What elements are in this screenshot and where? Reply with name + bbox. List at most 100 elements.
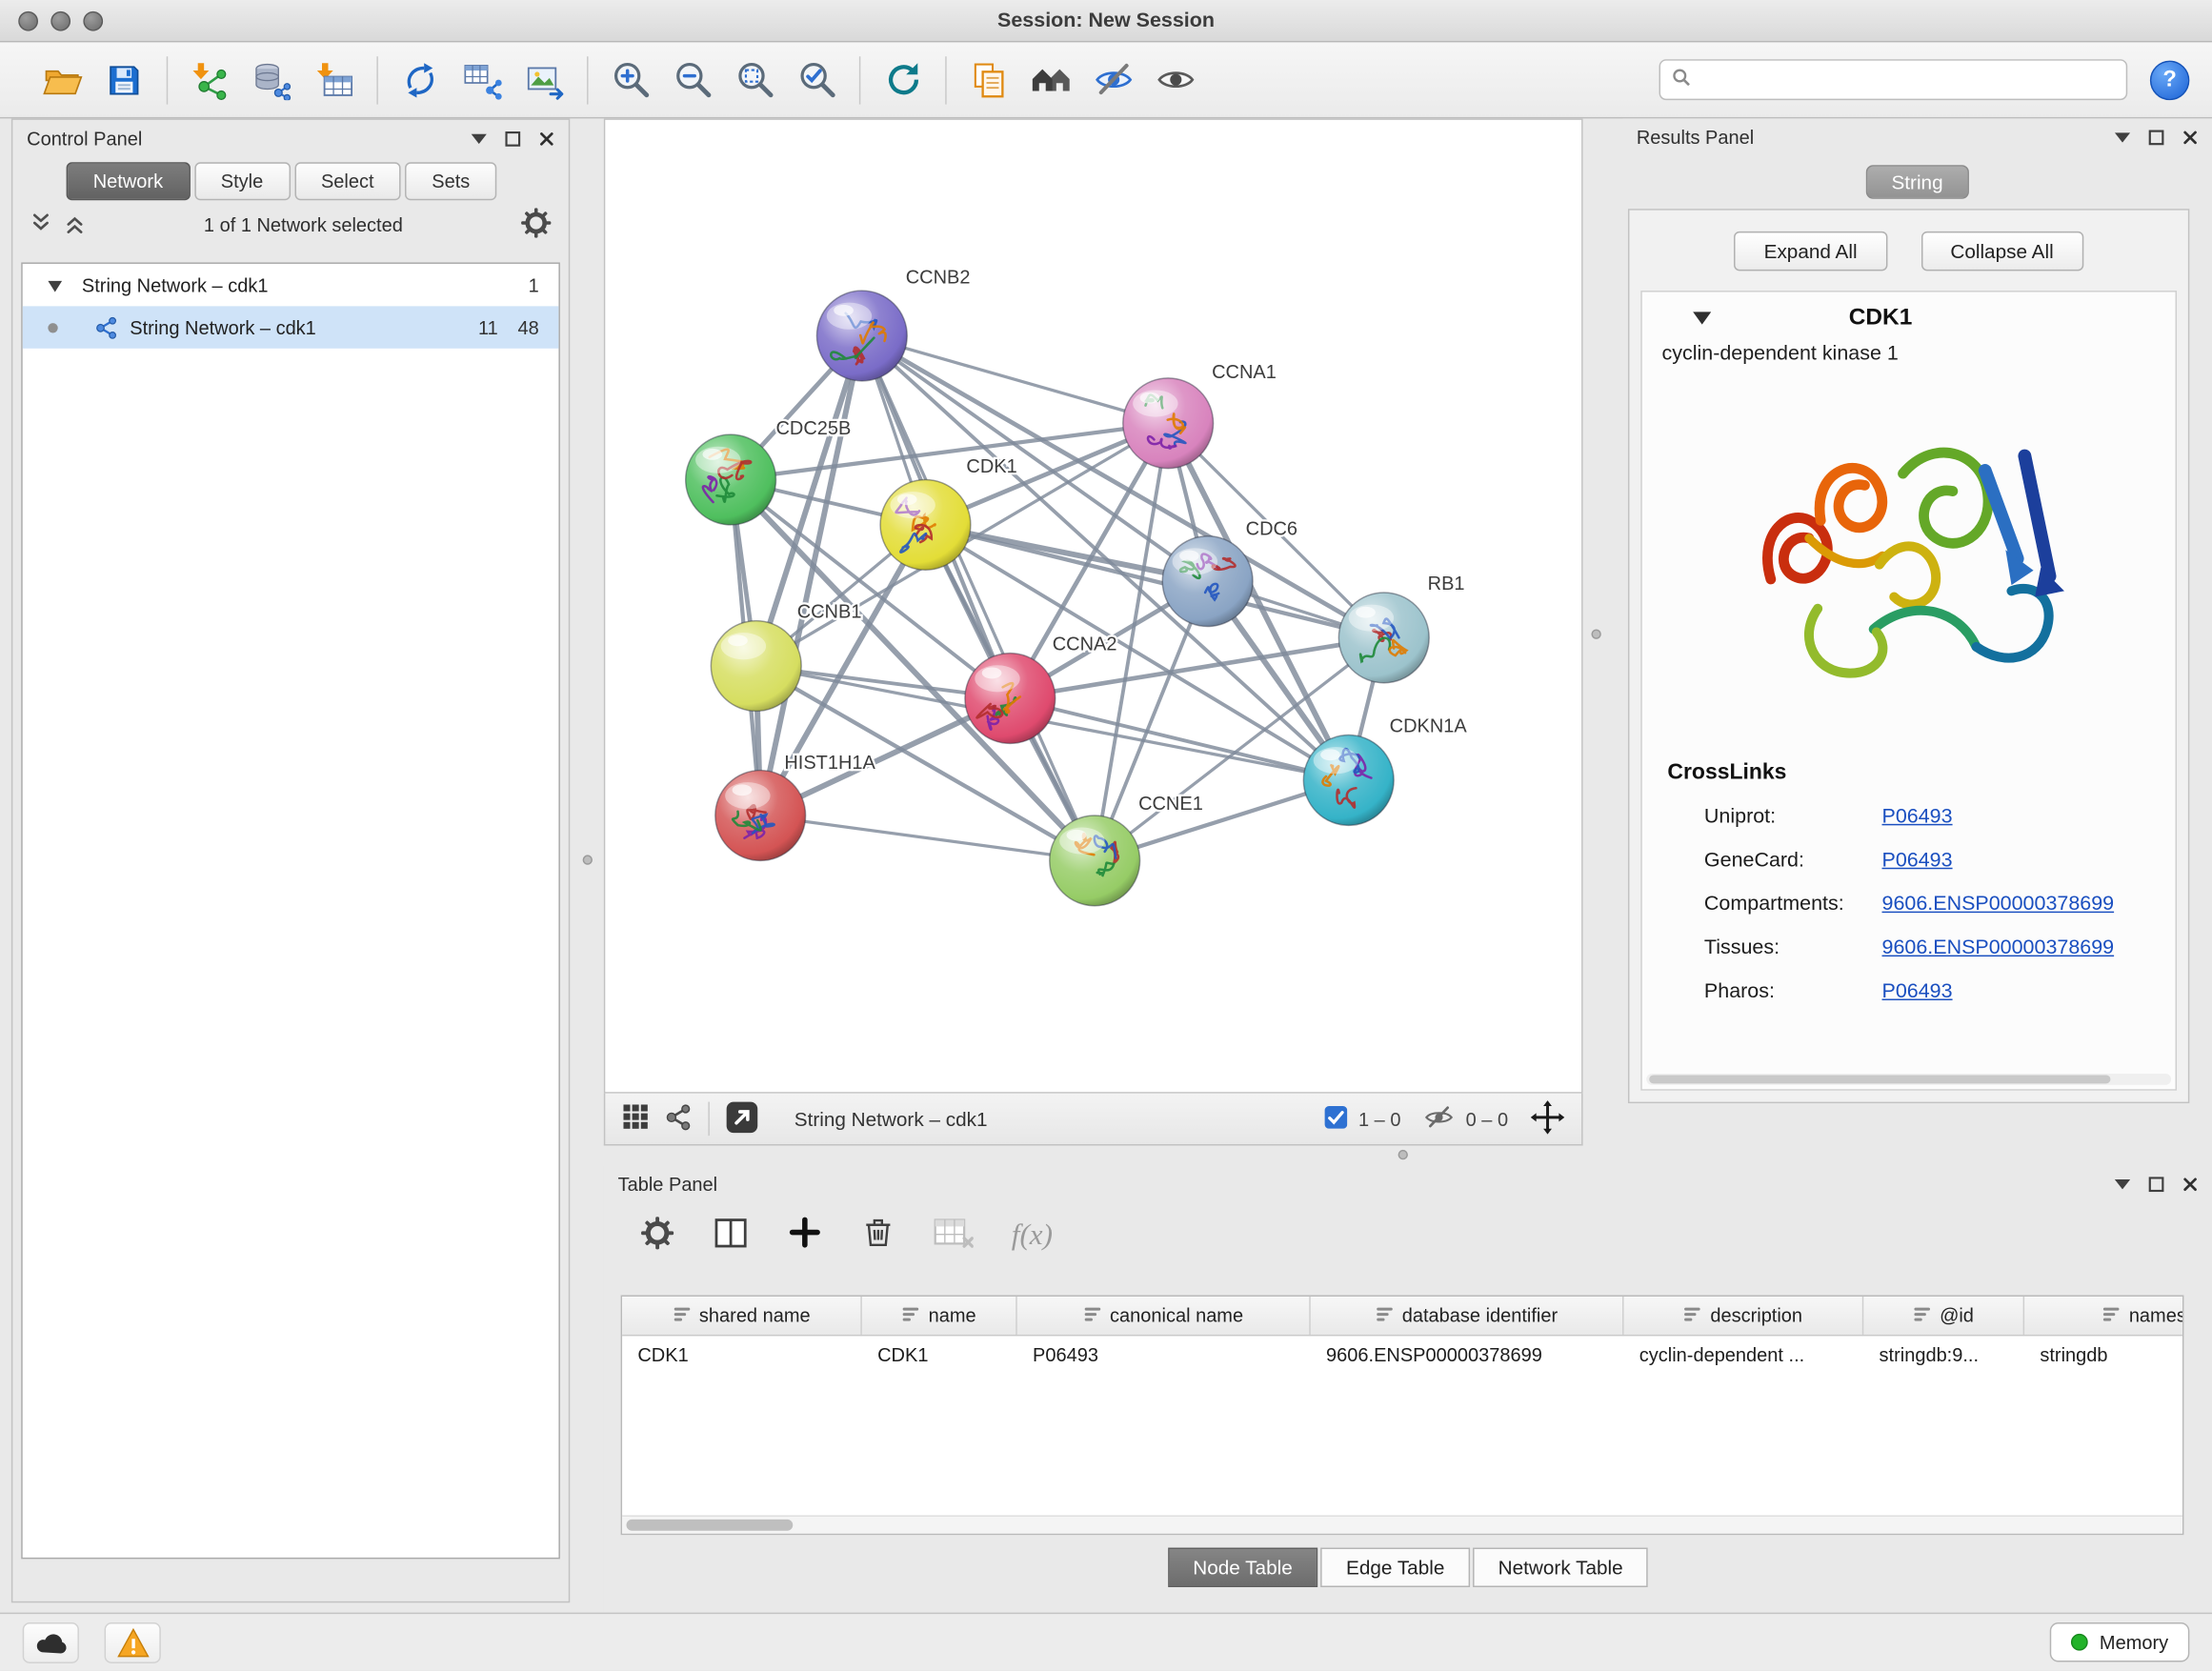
expand-all-icon[interactable] — [64, 213, 87, 236]
memory-button[interactable]: Memory — [2050, 1622, 2189, 1661]
table-cell[interactable]: stringdb:9... — [1863, 1344, 2024, 1365]
tab-style[interactable]: Style — [194, 162, 291, 200]
crosslink-link[interactable]: P06493 — [1882, 849, 1953, 872]
node-CCNA2[interactable] — [965, 654, 1056, 744]
node-CCNE1[interactable] — [1050, 815, 1140, 906]
column-header-name[interactable]: name — [862, 1297, 1017, 1335]
tab-network[interactable]: Network — [67, 162, 191, 200]
column-header-namespace[interactable]: namespace — [2024, 1297, 2183, 1335]
show-hide-panels-icon[interactable] — [1020, 49, 1082, 111]
collapse-all-icon[interactable] — [30, 211, 52, 237]
network-canvas[interactable]: CCNB2CCNA1CDC25BCDK1CDC6RB1CCNB1CCNA2CDK… — [604, 118, 1583, 1093]
bottom-splitter-handle[interactable] — [1398, 1150, 1408, 1159]
birds-eye-view-icon[interactable] — [622, 1103, 649, 1135]
show-columns-icon[interactable] — [713, 1214, 750, 1255]
cloud-icon[interactable] — [23, 1621, 79, 1662]
warning-icon[interactable] — [105, 1621, 161, 1662]
column-header-@id[interactable]: @id — [1863, 1297, 2024, 1335]
panel-menu-icon[interactable] — [472, 133, 487, 143]
crosslink-link[interactable]: 9606.ENSP00000378699 — [1882, 936, 2115, 959]
column-header-description[interactable]: description — [1624, 1297, 1864, 1335]
function-builder-icon[interactable]: f(x) — [1012, 1217, 1053, 1252]
table-horizontal-scrollbar[interactable] — [622, 1515, 2182, 1533]
panel-close-icon[interactable] — [2182, 1176, 2198, 1191]
export-image-icon[interactable] — [513, 49, 575, 111]
right-splitter-handle[interactable] — [1591, 629, 1600, 638]
network-row-selected[interactable]: String Network – cdk1 11 48 — [23, 306, 559, 348]
crosslink-link[interactable]: P06493 — [1882, 805, 1953, 828]
expand-all-button[interactable]: Expand All — [1735, 232, 1887, 271]
collapse-section-icon[interactable] — [1693, 312, 1711, 324]
gear-icon[interactable] — [520, 207, 552, 242]
zoom-in-icon[interactable] — [599, 49, 661, 111]
table-cell[interactable]: P06493 — [1017, 1344, 1311, 1365]
zoom-out-icon[interactable] — [662, 49, 724, 111]
results-scrollbar[interactable] — [1646, 1074, 2171, 1085]
network-collection-row[interactable]: String Network – cdk1 1 — [23, 264, 559, 306]
node-CDC25B[interactable] — [686, 434, 776, 525]
import-table-file-icon[interactable] — [303, 49, 365, 111]
tab-sets[interactable]: Sets — [405, 162, 496, 200]
table-cell[interactable]: 9606.ENSP00000378699 — [1311, 1344, 1624, 1365]
node-CCNB2[interactable] — [816, 291, 907, 381]
table-gear-icon[interactable] — [640, 1216, 674, 1254]
selected-checkbox-icon[interactable] — [1324, 1105, 1347, 1132]
panel-close-icon[interactable] — [2182, 130, 2198, 145]
export-view-icon[interactable] — [725, 1099, 759, 1137]
annotations-icon[interactable] — [958, 49, 1020, 111]
collapse-all-button[interactable]: Collapse All — [1920, 232, 2083, 271]
tab-edge-table[interactable]: Edge Table — [1320, 1548, 1470, 1587]
column-header-database-identifier[interactable]: database identifier — [1311, 1297, 1624, 1335]
edge-HIST1H1A-CCNE1[interactable] — [760, 815, 1095, 860]
node-HIST1H1A[interactable] — [715, 771, 806, 861]
apply-layout-icon[interactable] — [872, 49, 934, 111]
edge-CCNB2-HIST1H1A[interactable] — [760, 335, 862, 815]
import-network-file-icon[interactable] — [179, 49, 241, 111]
table-cell[interactable]: CDK1 — [862, 1344, 1017, 1365]
save-session-icon[interactable] — [93, 49, 155, 111]
table-cell[interactable]: stringdb — [2024, 1344, 2183, 1365]
left-splitter-handle[interactable] — [583, 855, 593, 864]
zoom-selected-icon[interactable] — [786, 49, 848, 111]
tab-node-table[interactable]: Node Table — [1168, 1548, 1318, 1587]
edge-CCNB2-CCNE1[interactable] — [862, 335, 1095, 860]
tab-network-table[interactable]: Network Table — [1473, 1548, 1648, 1587]
tree-expand-icon[interactable] — [48, 274, 62, 295]
crosslink-link[interactable]: P06493 — [1882, 979, 1953, 1002]
help-icon[interactable]: ? — [2150, 60, 2189, 99]
panel-menu-icon[interactable] — [2115, 131, 2130, 141]
create-network-from-table-icon[interactable] — [452, 49, 513, 111]
table-cell[interactable]: CDK1 — [622, 1344, 862, 1365]
panel-float-icon[interactable] — [2148, 1176, 2163, 1191]
node-CCNA1[interactable] — [1123, 378, 1214, 469]
clone-network-icon[interactable] — [390, 49, 452, 111]
node-RB1[interactable] — [1338, 593, 1429, 683]
network-view-icon[interactable] — [665, 1102, 694, 1135]
search-input[interactable] — [1699, 70, 2114, 91]
delete-column-icon[interactable] — [860, 1215, 895, 1254]
node-CDKN1A[interactable] — [1303, 735, 1394, 826]
move-crosshair-icon[interactable] — [1531, 1099, 1565, 1137]
node-CCNB1[interactable] — [711, 621, 801, 712]
node-CDC6[interactable] — [1162, 536, 1253, 627]
panel-float-icon[interactable] — [2148, 130, 2163, 145]
open-session-icon[interactable] — [31, 49, 93, 111]
column-header-canonical-name[interactable]: canonical name — [1017, 1297, 1311, 1335]
table-row[interactable]: CDK1CDK1P064939606.ENSP00000378699cyclin… — [622, 1336, 2182, 1374]
hide-selected-icon[interactable] — [1082, 49, 1144, 111]
tab-select[interactable]: Select — [294, 162, 401, 200]
panel-menu-icon[interactable] — [2115, 1178, 2130, 1188]
zoom-fit-icon[interactable] — [724, 49, 786, 111]
show-all-icon[interactable] — [1144, 49, 1206, 111]
tab-string[interactable]: String — [1866, 165, 1968, 199]
import-network-database-icon[interactable] — [241, 49, 303, 111]
panel-float-icon[interactable] — [505, 131, 520, 146]
crosslink-link[interactable]: 9606.ENSP00000378699 — [1882, 893, 2115, 916]
panel-close-icon[interactable] — [539, 131, 554, 146]
table-cell[interactable]: cyclin-dependent ... — [1624, 1344, 1864, 1365]
search-box[interactable] — [1659, 59, 2128, 100]
hidden-eye-slash-icon[interactable] — [1423, 1101, 1455, 1137]
column-header-shared-name[interactable]: shared name — [622, 1297, 862, 1335]
node-CDK1[interactable] — [880, 480, 971, 571]
add-column-icon[interactable] — [787, 1215, 822, 1254]
